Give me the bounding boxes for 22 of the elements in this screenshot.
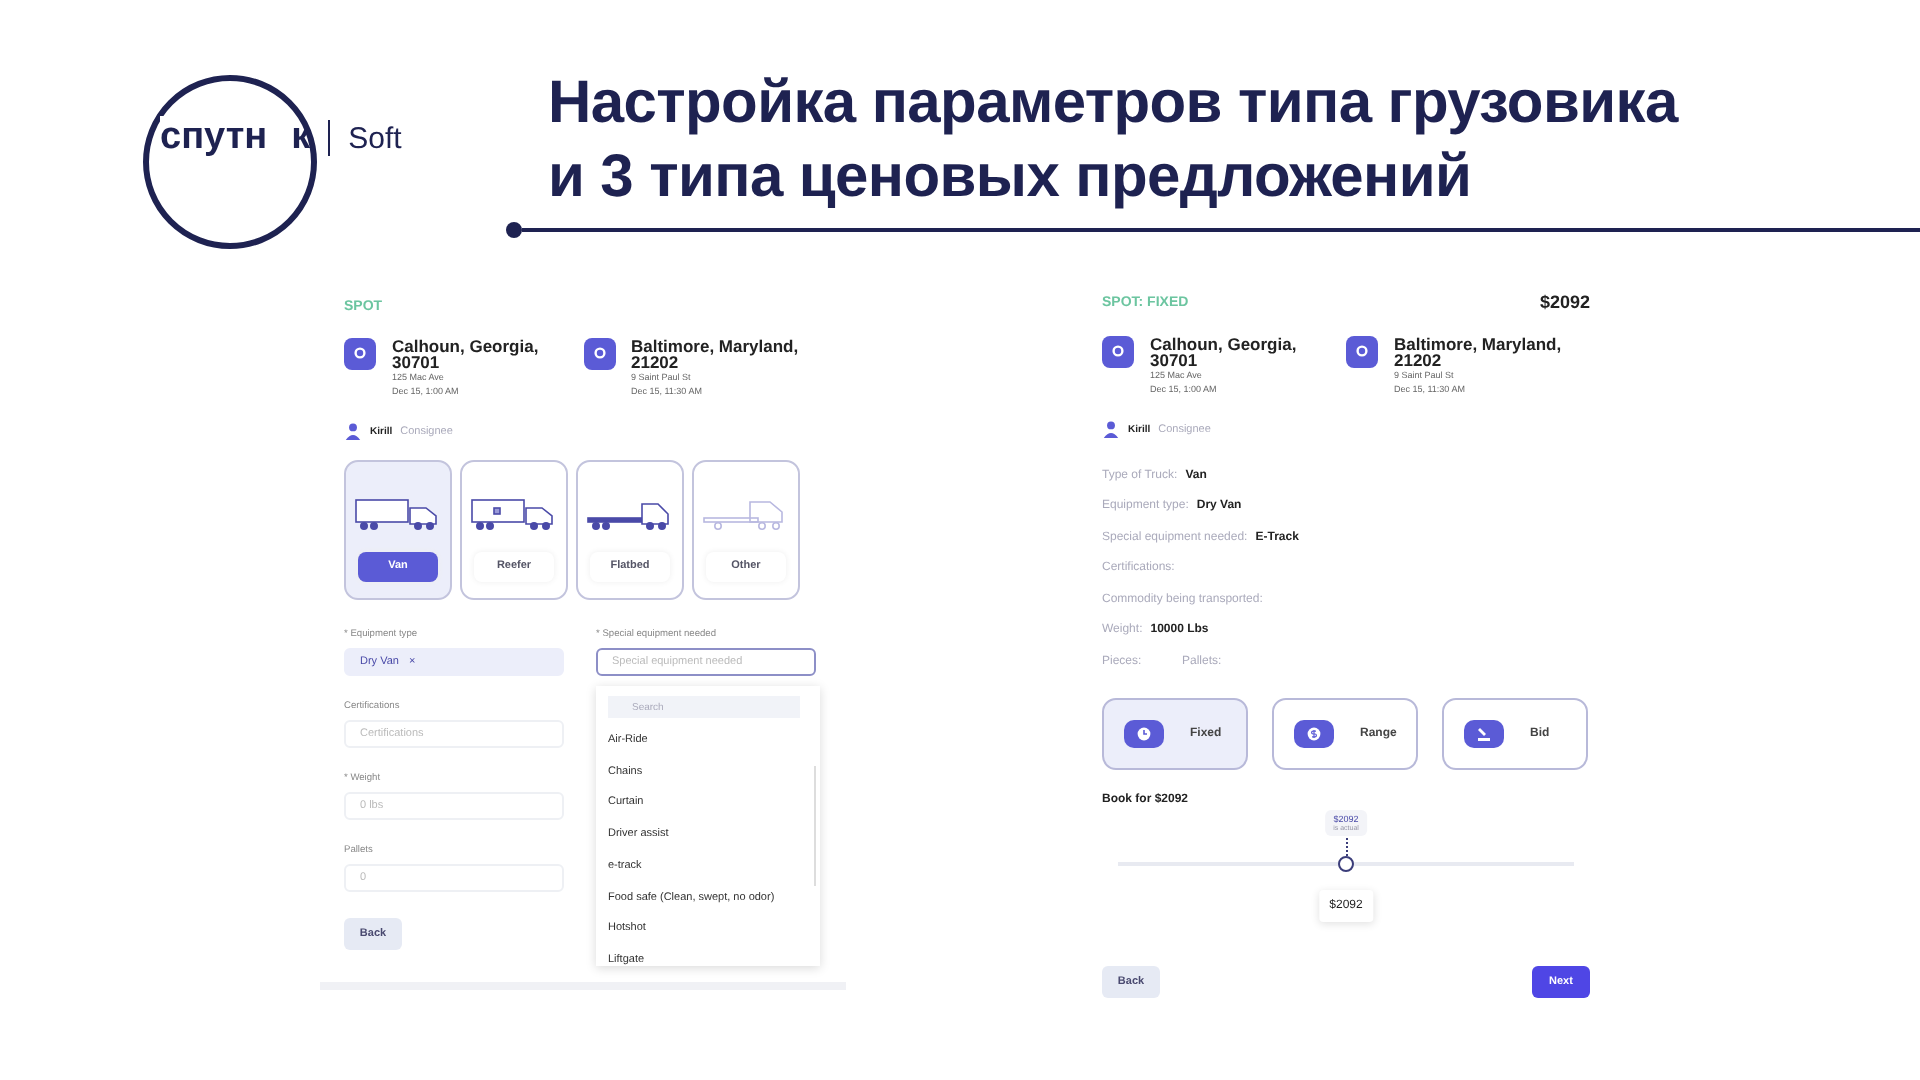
location-pin-icon	[583, 338, 615, 370]
person-icon	[344, 422, 362, 440]
location-pin-icon	[1346, 336, 1378, 368]
location-pin-icon	[344, 338, 376, 370]
dollar-icon	[1294, 719, 1334, 747]
slide-title: и 3 типа ценовых предложений	[548, 142, 1474, 214]
city-name: Baltimore, Maryland, 21202	[631, 338, 801, 370]
orbit-ring-icon	[140, 72, 320, 252]
person-icon	[1102, 420, 1120, 438]
city-name: Calhoun, Georgia, 30701	[1150, 336, 1299, 368]
price: $2092	[1539, 292, 1590, 312]
slide-title: Настройка параметров типа грузовика	[548, 68, 1681, 140]
logo-wordmark: спутн	[160, 116, 268, 160]
truck-icon	[470, 496, 558, 532]
truck-icon	[354, 496, 442, 532]
leader-line	[1346, 837, 1348, 855]
clock-icon	[1124, 719, 1164, 747]
location-pin-icon	[1102, 336, 1134, 368]
city-name: Calhoun, Georgia, 30701	[392, 338, 541, 370]
city-name: Baltimore, Maryland, 21202	[1394, 336, 1564, 368]
slider-thumb[interactable]	[1338, 855, 1354, 871]
logo-suffix: Soft	[348, 121, 402, 155]
